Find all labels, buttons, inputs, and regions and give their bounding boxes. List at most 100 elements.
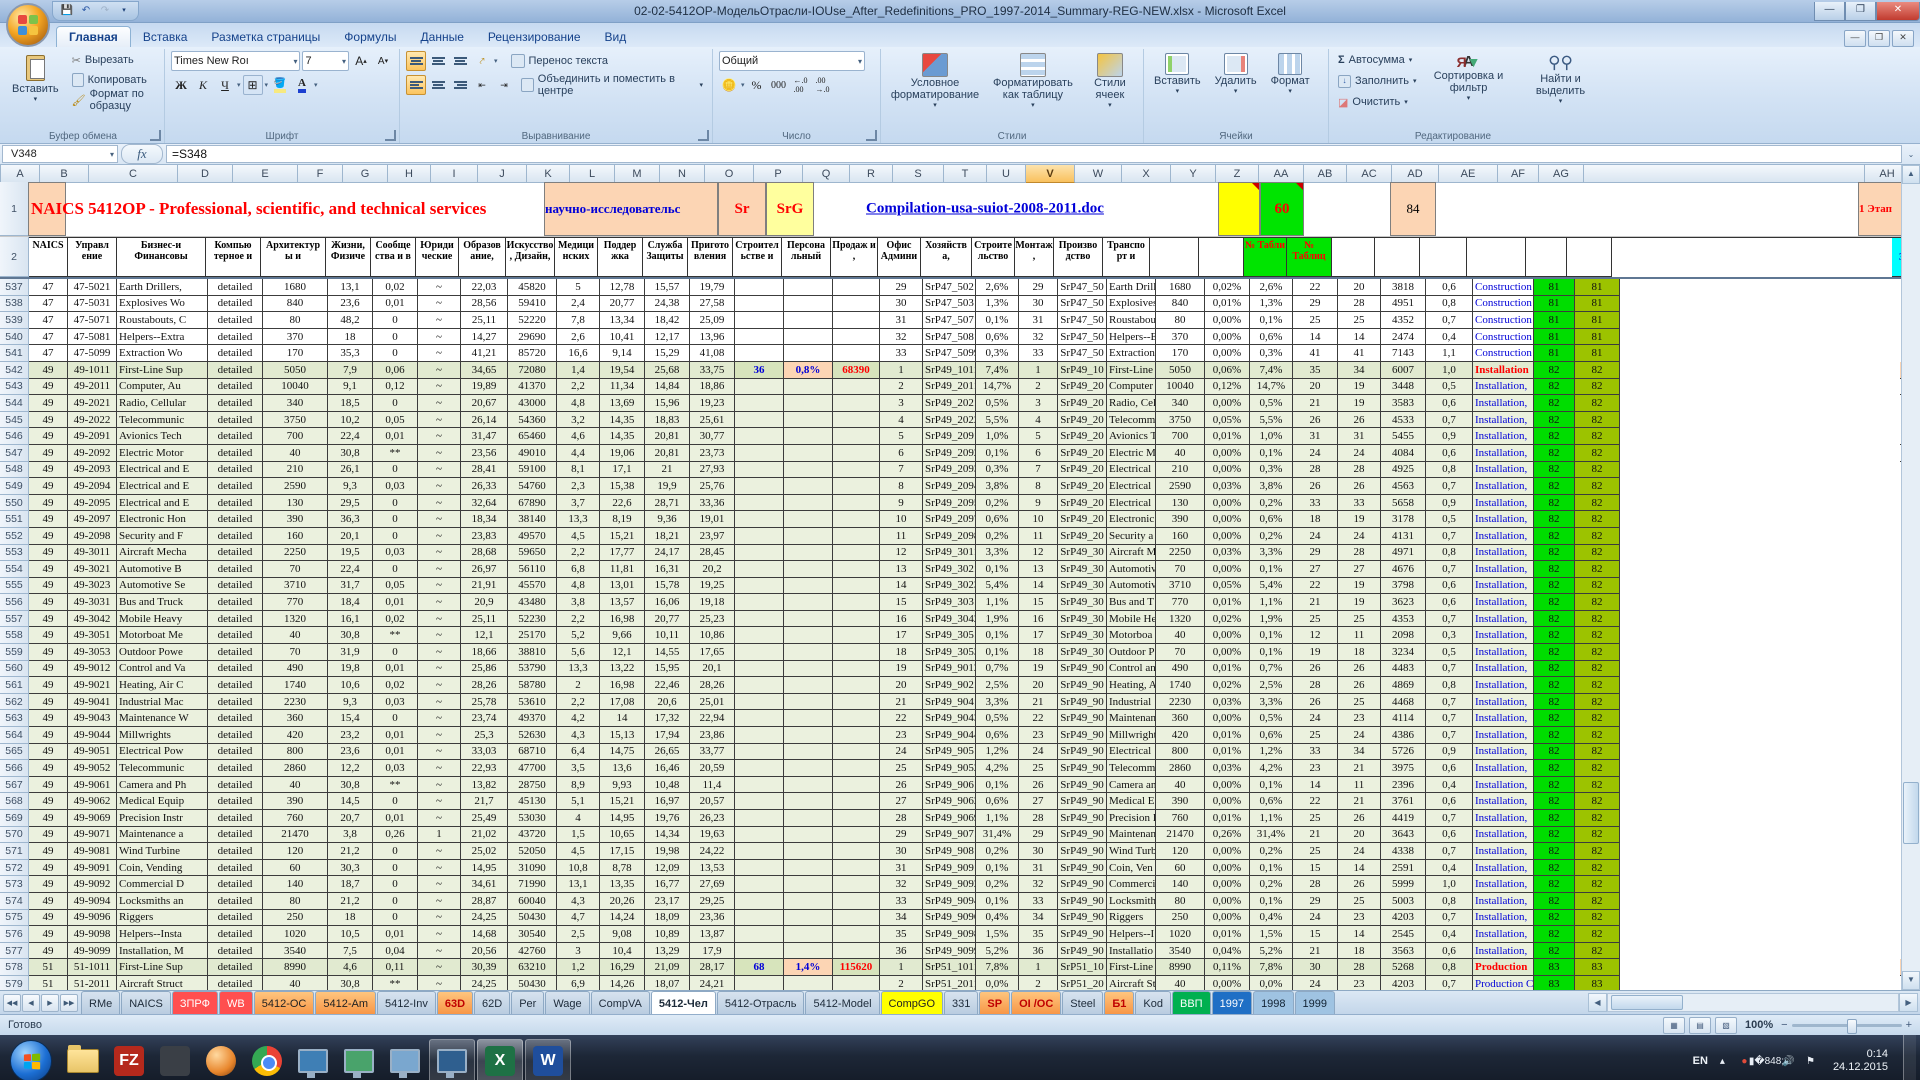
cell-AC574[interactable]: 5003 bbox=[1381, 893, 1426, 910]
cell-G575[interactable]: 0 bbox=[373, 910, 418, 927]
cell-AD553[interactable]: 0,8 bbox=[1426, 545, 1473, 562]
zoom-out-icon[interactable]: − bbox=[1781, 1019, 1787, 1031]
cell-P569[interactable] bbox=[784, 810, 833, 827]
cell-Z568[interactable]: 0,6% bbox=[1250, 793, 1293, 810]
cell-AC578[interactable]: 5268 bbox=[1381, 959, 1426, 976]
cell-U546[interactable]: 5 bbox=[1019, 428, 1058, 445]
cell-F539[interactable]: 48,2 bbox=[328, 312, 373, 329]
volume-tray-icon[interactable]: 🔊 bbox=[1781, 1055, 1796, 1068]
cell-AC571[interactable]: 4338 bbox=[1381, 843, 1426, 860]
cell-C568[interactable]: Medical Equip bbox=[117, 793, 208, 810]
zoom-level[interactable]: 100% bbox=[1745, 1019, 1773, 1031]
cell-J541[interactable]: 85720 bbox=[508, 345, 557, 362]
cell-S561[interactable]: SrP49_9021 bbox=[923, 677, 976, 694]
column-header-AG[interactable]: AG bbox=[1539, 165, 1584, 183]
row-header-557[interactable]: 557 bbox=[0, 611, 29, 628]
cell-X568[interactable]: 390 bbox=[1156, 793, 1205, 810]
cell-O554[interactable] bbox=[735, 561, 784, 578]
cell-C571[interactable]: Wind Turbine bbox=[117, 843, 208, 860]
cell-M545[interactable]: 18,83 bbox=[645, 412, 690, 429]
cell-Z543[interactable]: 14,7% bbox=[1250, 379, 1293, 396]
cell-R572[interactable]: 31 bbox=[880, 860, 923, 877]
cell-AG572[interactable]: 82 bbox=[1575, 860, 1620, 877]
cell-T538[interactable]: 1,3% bbox=[976, 296, 1019, 313]
cell-AD547[interactable]: 0,6 bbox=[1426, 445, 1473, 462]
cell-D556[interactable]: detailed bbox=[208, 594, 263, 611]
cell-T571[interactable]: 0,2% bbox=[976, 843, 1019, 860]
cell-D569[interactable]: detailed bbox=[208, 810, 263, 827]
cell-A564[interactable]: 49 bbox=[29, 727, 68, 744]
word-icon[interactable]: W bbox=[525, 1039, 571, 1080]
cell-L553[interactable]: 17,77 bbox=[600, 545, 645, 562]
scroll-up-icon[interactable]: ▲ bbox=[1902, 165, 1920, 184]
cell-E552[interactable]: 160 bbox=[263, 528, 328, 545]
cell-AG538[interactable]: 81 bbox=[1575, 296, 1620, 313]
cell-I552[interactable]: 23,83 bbox=[461, 528, 508, 545]
row-header-542[interactable]: 542 bbox=[0, 362, 29, 379]
cell-AA564[interactable]: 25 bbox=[1293, 727, 1338, 744]
cell-P541[interactable] bbox=[784, 345, 833, 362]
cell-N542[interactable]: 33,75 bbox=[690, 362, 735, 379]
cell-C544[interactable]: Radio, Cellular bbox=[117, 395, 208, 412]
cell-AG573[interactable]: 82 bbox=[1575, 876, 1620, 893]
cell-J556[interactable]: 43480 bbox=[508, 594, 557, 611]
close-button[interactable]: ✕ bbox=[1876, 2, 1920, 21]
cell-Q558[interactable] bbox=[833, 627, 880, 644]
cell-A579[interactable]: 51 bbox=[29, 976, 68, 990]
cell-A566[interactable]: 49 bbox=[29, 760, 68, 777]
cell-K562[interactable]: 2,2 bbox=[557, 694, 600, 711]
row-header-548[interactable]: 548 bbox=[0, 462, 29, 479]
cell-U568[interactable]: 27 bbox=[1019, 793, 1058, 810]
cell-V568[interactable]: SrP49_90 bbox=[1058, 793, 1107, 810]
cell-V563[interactable]: SrP49_90 bbox=[1058, 710, 1107, 727]
cell-E540[interactable]: 370 bbox=[263, 329, 328, 346]
cell-N578[interactable]: 28,17 bbox=[690, 959, 735, 976]
cell-AF565[interactable]: 82 bbox=[1534, 744, 1575, 761]
cell-C561[interactable]: Heating, Air C bbox=[117, 677, 208, 694]
cell-AB548[interactable]: 28 bbox=[1338, 462, 1381, 479]
cell-J552[interactable]: 49570 bbox=[508, 528, 557, 545]
cell-T540[interactable]: 0,6% bbox=[976, 329, 1019, 346]
cell-D576[interactable]: detailed bbox=[208, 926, 263, 943]
cell-L579[interactable]: 14,26 bbox=[600, 976, 645, 990]
cell-J549[interactable]: 54760 bbox=[508, 478, 557, 495]
format-cells-button[interactable]: Формат▾ bbox=[1267, 51, 1314, 129]
cell-AC573[interactable]: 5999 bbox=[1381, 876, 1426, 893]
cell-AE557[interactable]: Installation, bbox=[1473, 611, 1534, 628]
cell-AA569[interactable]: 25 bbox=[1293, 810, 1338, 827]
cell-K554[interactable]: 6,8 bbox=[557, 561, 600, 578]
cell-K560[interactable]: 13,3 bbox=[557, 661, 600, 678]
cell-AC558[interactable]: 2098 bbox=[1381, 627, 1426, 644]
cell-D541[interactable]: detailed bbox=[208, 345, 263, 362]
cell-B543[interactable]: 49-2011 bbox=[68, 379, 117, 396]
cell-AD537[interactable]: 0,6 bbox=[1426, 279, 1473, 296]
cell-P540[interactable] bbox=[784, 329, 833, 346]
language-indicator[interactable]: EN bbox=[1693, 1055, 1708, 1067]
cell-AF560[interactable]: 82 bbox=[1534, 661, 1575, 678]
cell-C578[interactable]: First-Line Sup bbox=[117, 959, 208, 976]
cell-K566[interactable]: 3,5 bbox=[557, 760, 600, 777]
cell-AG557[interactable]: 82 bbox=[1575, 611, 1620, 628]
cell-N546[interactable]: 30,77 bbox=[690, 428, 735, 445]
cell-T577[interactable]: 5,2% bbox=[976, 943, 1019, 960]
cell-A561[interactable]: 49 bbox=[29, 677, 68, 694]
cell-E546[interactable]: 700 bbox=[263, 428, 328, 445]
horizontal-scrollbar[interactable]: ◀ ▶ bbox=[1588, 991, 1920, 1014]
column-header-Z[interactable]: Z bbox=[1216, 165, 1259, 183]
cell-O568[interactable] bbox=[735, 793, 784, 810]
cell-X564[interactable]: 420 bbox=[1156, 727, 1205, 744]
cell-AA570[interactable]: 21 bbox=[1293, 827, 1338, 844]
cell-V548[interactable]: SrP49_20 bbox=[1058, 462, 1107, 479]
cell-Y563[interactable]: 0,00% bbox=[1205, 710, 1250, 727]
cell-D567[interactable]: detailed bbox=[208, 777, 263, 794]
cell-Y543[interactable]: 0,12% bbox=[1205, 379, 1250, 396]
cell-Y570[interactable]: 0,26% bbox=[1205, 827, 1250, 844]
cell-O550[interactable] bbox=[735, 495, 784, 512]
cell-M571[interactable]: 19,98 bbox=[645, 843, 690, 860]
cell-F538[interactable]: 23,6 bbox=[328, 296, 373, 313]
cell-P1-srg[interactable]: SrG bbox=[766, 182, 814, 236]
cell-S566[interactable]: SrP49_9052 bbox=[923, 760, 976, 777]
cell-AD562[interactable]: 0,7 bbox=[1426, 694, 1473, 711]
cell-T549[interactable]: 3,8% bbox=[976, 478, 1019, 495]
cell-L555[interactable]: 13,01 bbox=[600, 578, 645, 595]
